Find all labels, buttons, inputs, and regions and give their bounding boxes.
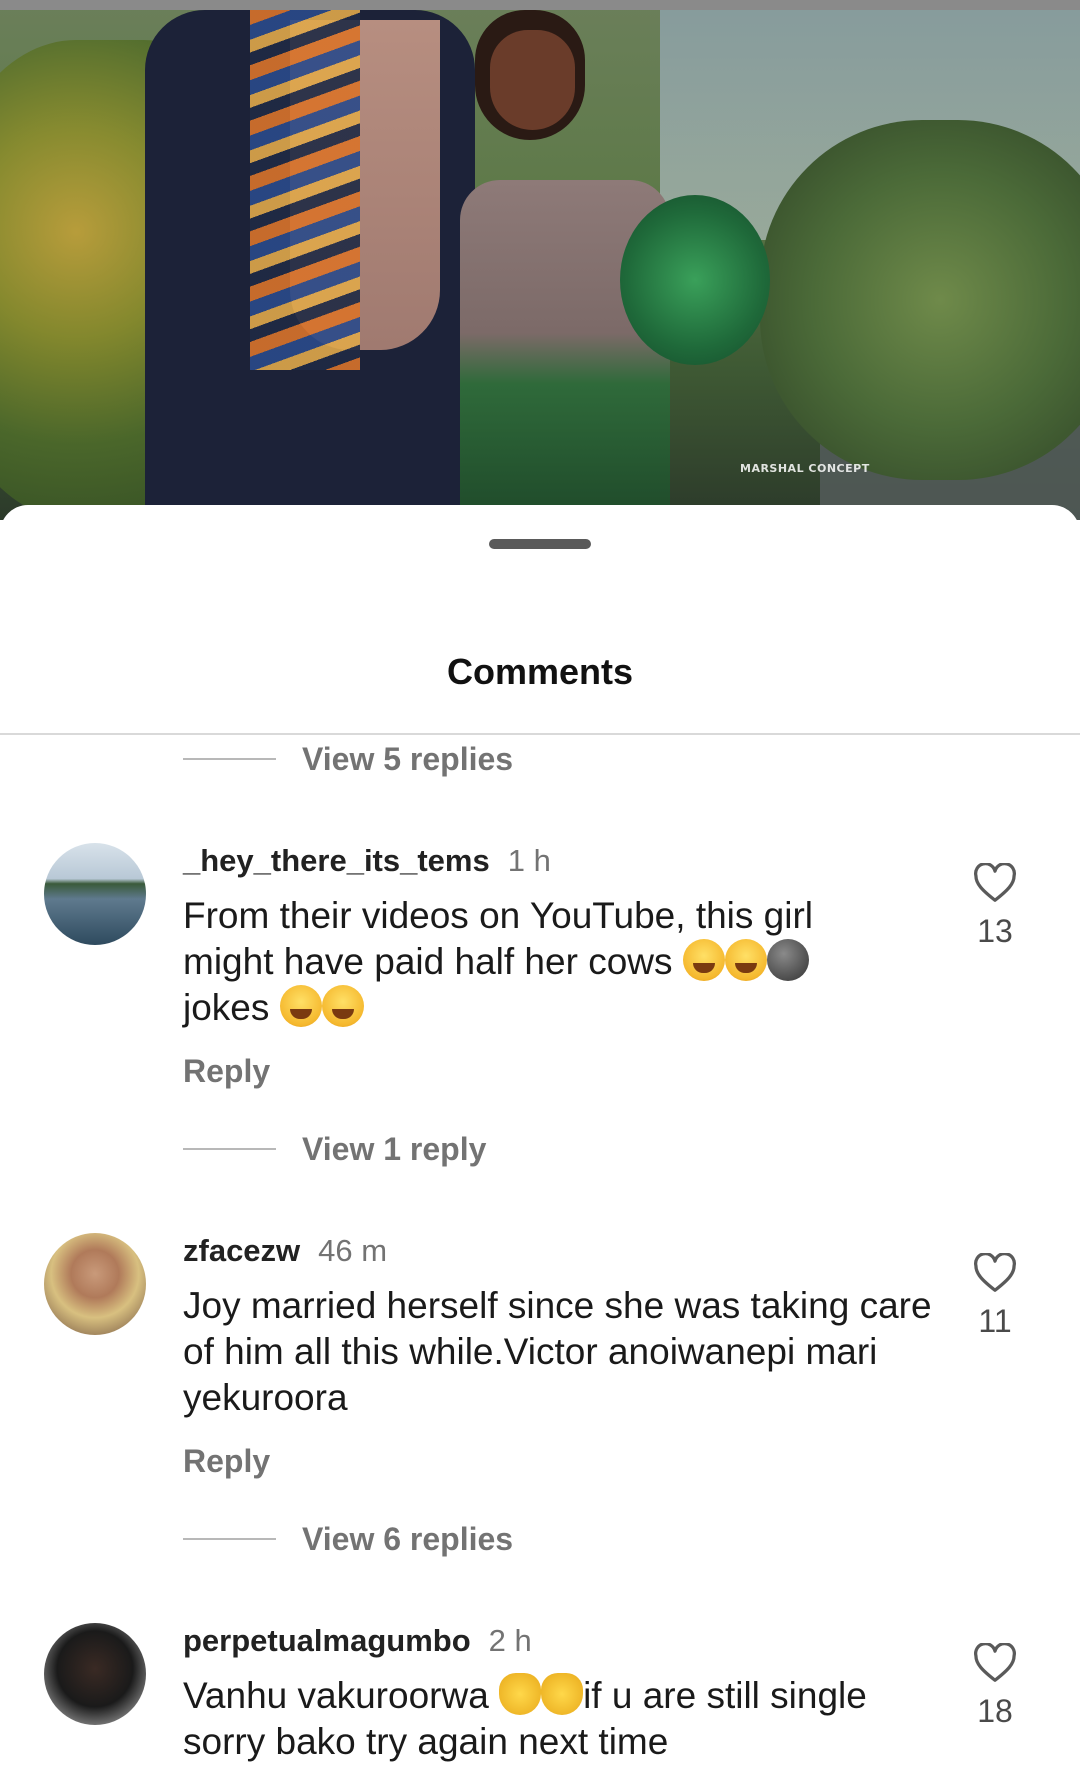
comment-username[interactable]: _hey_there_its_tems bbox=[183, 843, 490, 878]
heart-outline-icon bbox=[974, 863, 1016, 902]
comment-header: zfacezw 46 m bbox=[183, 1233, 387, 1269]
replies-line bbox=[183, 758, 276, 760]
comment-text: Joy married herself since she was taking… bbox=[183, 1285, 932, 1418]
status-strip bbox=[0, 0, 1080, 10]
header-divider bbox=[0, 733, 1080, 735]
face-with-tears-of-joy-icon bbox=[724, 939, 767, 981]
clapping-hands-icon bbox=[541, 1673, 584, 1715]
drag-handle[interactable] bbox=[489, 539, 591, 549]
view-replies-link[interactable]: View 1 reply bbox=[183, 1129, 486, 1169]
like-button[interactable]: 11 bbox=[960, 1253, 1030, 1340]
comment-time: 1 h bbox=[507, 843, 551, 878]
comments-sheet: Comments View 5 replies _hey_there_its_t… bbox=[0, 505, 1080, 1762]
comment-text-line: if u are still single bbox=[583, 1675, 867, 1716]
comment-text-line: Vanhu vakuroorwa bbox=[183, 1675, 489, 1716]
photo-woman-sleeve bbox=[620, 195, 770, 365]
avatar[interactable] bbox=[44, 1623, 146, 1725]
comment-text-line: jokes bbox=[183, 987, 270, 1028]
like-count: 18 bbox=[977, 1693, 1013, 1729]
face-with-tears-of-joy-icon bbox=[321, 985, 364, 1027]
new-moon-face-icon bbox=[766, 939, 809, 981]
avatar[interactable] bbox=[44, 843, 146, 945]
replies-line bbox=[183, 1148, 276, 1150]
comment-text-line: might have paid half her cows bbox=[183, 941, 673, 982]
photo-man-print bbox=[250, 10, 360, 370]
clapping-hands-icon bbox=[499, 1673, 542, 1715]
comment-text-line: sorry bako try again next time bbox=[183, 1721, 669, 1762]
heart-outline-icon bbox=[974, 1253, 1016, 1292]
view-replies-label: View 1 reply bbox=[302, 1130, 487, 1167]
sheet-title: Comments bbox=[446, 651, 634, 692]
comment-text: Vanhu vakuroorwa if u are still single s… bbox=[183, 1673, 943, 1765]
like-count: 13 bbox=[977, 913, 1013, 949]
like-button[interactable]: 13 bbox=[960, 863, 1030, 950]
comment-username[interactable]: zfacezw bbox=[183, 1233, 300, 1268]
avatar[interactable] bbox=[44, 1233, 146, 1335]
like-count: 11 bbox=[978, 1303, 1012, 1339]
comment-header: _hey_there_its_tems 1 h bbox=[183, 843, 551, 879]
heart-outline-icon bbox=[974, 1643, 1016, 1682]
photo-woman-face bbox=[490, 30, 575, 130]
reply-button[interactable]: Reply bbox=[183, 1443, 270, 1480]
view-replies-link[interactable]: View 6 replies bbox=[183, 1519, 513, 1559]
like-button[interactable]: 18 bbox=[960, 1643, 1030, 1730]
view-replies-link[interactable]: View 5 replies bbox=[183, 739, 513, 779]
comment-header: perpetualmagumbo 2 h bbox=[183, 1623, 532, 1659]
view-replies-label: View 5 replies bbox=[302, 740, 514, 777]
face-with-tears-of-joy-icon bbox=[279, 985, 322, 1027]
photo-watermark: MARSHAL CONCEPT bbox=[740, 462, 870, 475]
comment-username[interactable]: perpetualmagumbo bbox=[183, 1623, 471, 1658]
comment-text: From their videos on YouTube, this girl … bbox=[183, 893, 943, 1031]
view-replies-label: View 6 replies bbox=[302, 1520, 514, 1557]
comment-time: 46 m bbox=[318, 1233, 388, 1268]
photo-foliage bbox=[760, 120, 1080, 480]
replies-line bbox=[183, 1538, 276, 1540]
comment-text-line: From their videos on YouTube, this girl bbox=[183, 895, 814, 936]
comment-time: 2 h bbox=[488, 1623, 532, 1658]
post-photo: MARSHAL CONCEPT bbox=[0, 0, 1080, 520]
face-with-tears-of-joy-icon bbox=[682, 939, 725, 981]
reply-button[interactable]: Reply bbox=[183, 1053, 270, 1090]
